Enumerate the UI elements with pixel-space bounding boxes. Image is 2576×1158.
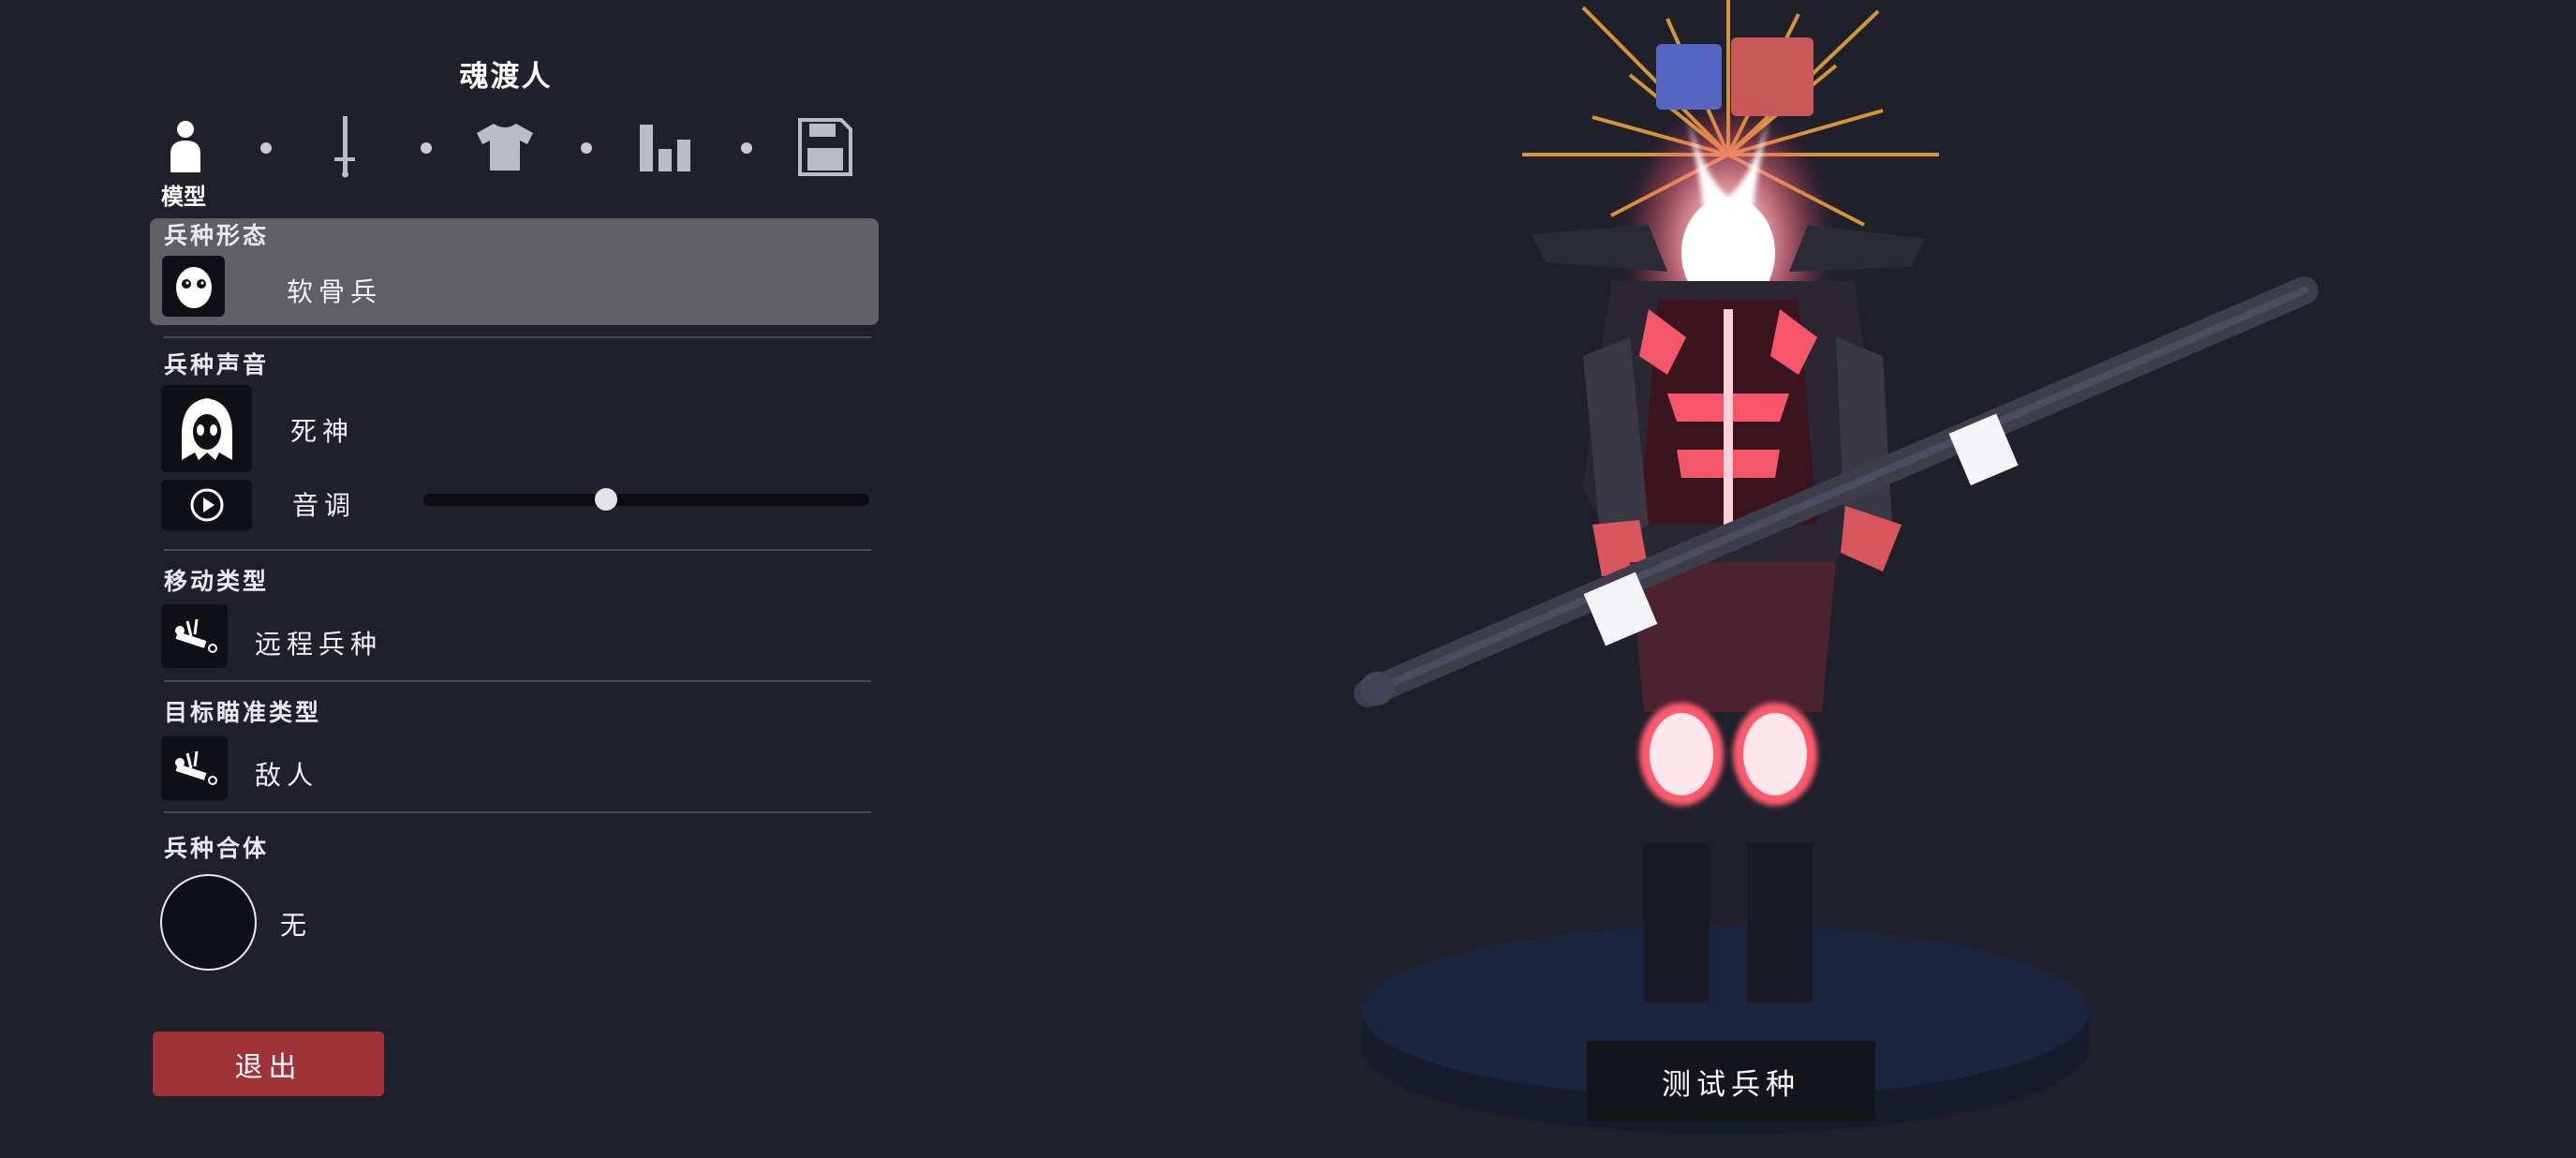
sword-icon	[334, 116, 355, 178]
person-icon	[170, 121, 200, 172]
unit-name-title: 魂渡人	[459, 60, 553, 94]
unit-form-value: 软骨兵	[287, 276, 383, 307]
test-unit-button[interactable]: 测试兵种	[1587, 1041, 1875, 1121]
active-tab-label: 模型	[161, 184, 206, 210]
exit-button[interactable]: 退出	[153, 1032, 384, 1096]
fallen-unit-icon	[174, 750, 217, 785]
movement-type-icon-box[interactable]	[161, 604, 228, 668]
unit-form-icon-box[interactable]	[162, 256, 225, 317]
team-blue-marker	[1656, 44, 1722, 110]
play-icon	[190, 488, 223, 522]
unit-voice-label: 兵种声音	[164, 351, 270, 379]
target-type-label: 目标瞄准类型	[164, 699, 322, 726]
unit-fusion-label: 兵种合体	[164, 835, 270, 862]
tab-separator-dot	[741, 142, 752, 154]
target-type-value: 敌人	[255, 760, 319, 791]
tab-separator-dot	[421, 142, 432, 154]
target-type-icon-box[interactable]	[161, 736, 228, 800]
floppy-disk-icon	[798, 118, 852, 176]
skull-face-icon	[175, 266, 212, 308]
movement-type-label: 移动类型	[164, 568, 270, 595]
pitch-slider-track[interactable]	[423, 494, 869, 506]
voice-play-button[interactable]	[161, 480, 252, 530]
unit-body	[1583, 281, 1902, 1002]
reaper-hood-icon	[181, 397, 232, 460]
unit-preview-scene[interactable]	[1311, 0, 2389, 1158]
tab-clothing[interactable]	[472, 114, 538, 180]
unit-voice-icon-box[interactable]	[161, 385, 252, 472]
tab-separator-dot	[581, 142, 592, 154]
fallen-unit-icon	[174, 618, 217, 653]
section-divider	[164, 336, 871, 338]
shirt-icon	[477, 124, 533, 171]
section-divider	[164, 811, 871, 813]
pitch-label: 音调	[292, 490, 357, 521]
tab-save[interactable]	[792, 114, 858, 180]
team-red-marker	[1731, 37, 1814, 116]
tab-model[interactable]	[153, 114, 218, 180]
section-divider	[164, 549, 871, 551]
unit-form-label: 兵种形态	[164, 222, 270, 249]
unit-fusion-value: 无	[280, 910, 313, 941]
bar-chart-icon	[640, 125, 690, 171]
unit-voice-value: 死神	[290, 416, 355, 447]
tab-stats[interactable]	[633, 114, 699, 180]
unit-fusion-slot[interactable]	[160, 874, 257, 971]
tab-separator-dot	[260, 142, 272, 154]
tab-weapon[interactable]	[312, 114, 378, 180]
movement-type-value: 远程兵种	[255, 629, 383, 660]
section-divider	[164, 680, 871, 682]
pitch-slider-thumb[interactable]	[595, 488, 618, 511]
